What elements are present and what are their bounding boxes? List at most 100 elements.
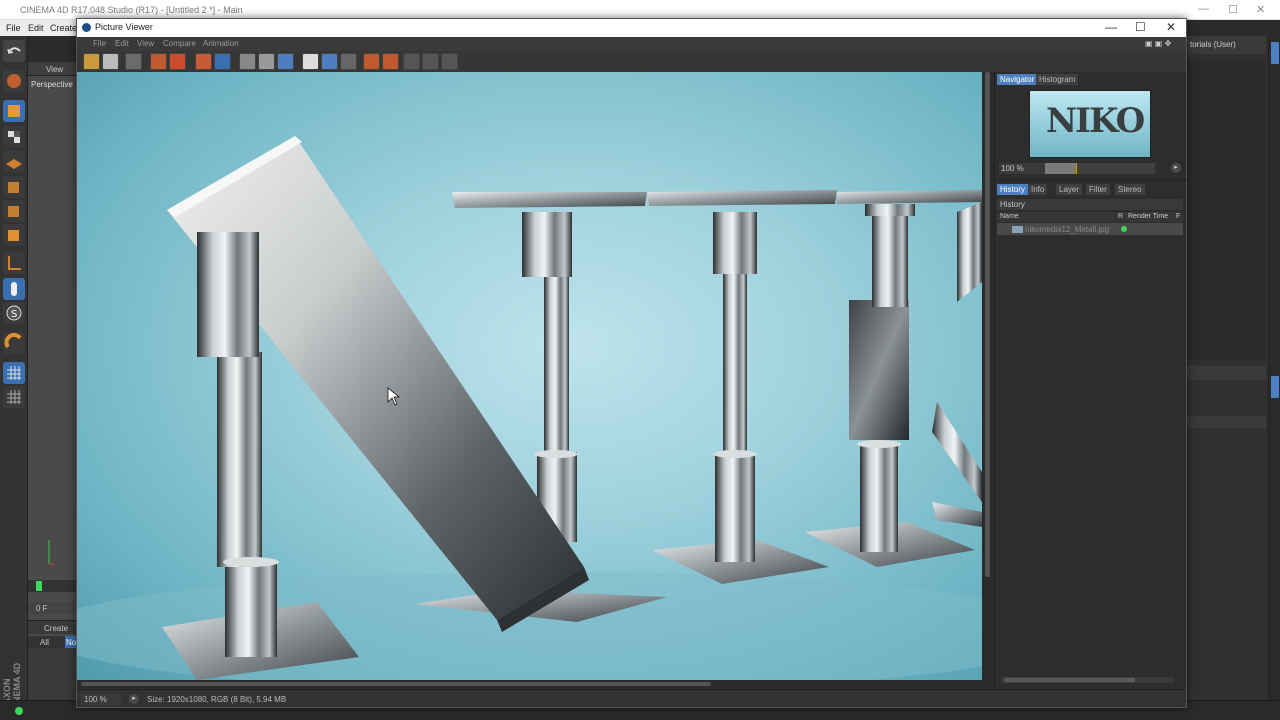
attributes-tab[interactable] (1271, 376, 1279, 398)
tab-navigator[interactable]: Navigator (997, 74, 1038, 85)
pv-close-icon[interactable]: ✕ (1166, 20, 1176, 34)
zoom-field[interactable]: 100 % (999, 163, 1045, 174)
timeline[interactable] (28, 580, 76, 592)
filter-all[interactable]: All (40, 638, 49, 647)
pv-menu-edit[interactable]: Edit (115, 39, 129, 48)
workplane-icon[interactable] (3, 150, 25, 172)
history-hscroll-thumb[interactable] (1005, 678, 1135, 682)
viewport-panel: View Perspective 0 F Create All No MAXON… (2, 62, 78, 712)
frame-field[interactable]: 0 F (28, 602, 76, 614)
history-columns: Name R Render Time F (997, 212, 1183, 222)
render-region-2-icon[interactable] (195, 53, 212, 70)
divider (995, 179, 1187, 180)
render-settings-icon[interactable] (258, 53, 275, 70)
tab-filter[interactable]: Filter (1086, 184, 1110, 195)
status-zoom-field[interactable]: 100 % (81, 694, 121, 705)
status-zoom-play-icon[interactable]: ▸ (129, 694, 139, 704)
history-hscroll[interactable] (1001, 677, 1175, 683)
history-item-name: nikomedia12_Metall.jpg (1025, 225, 1110, 234)
model-mode-icon[interactable] (3, 100, 25, 122)
overlay-icon[interactable] (441, 53, 458, 70)
timeline-marker[interactable] (36, 581, 42, 591)
save-icon[interactable] (102, 53, 119, 70)
viewport-label: Perspective (31, 80, 73, 89)
single-view-icon[interactable] (302, 53, 319, 70)
pv-menu-animation[interactable]: Animation (203, 39, 239, 48)
frame-field-value: 0 F (36, 604, 48, 613)
panel-layout-icon[interactable]: ▣ ▣ ✥ (1145, 39, 1171, 48)
lock-workplane-icon[interactable] (3, 386, 25, 408)
render-active-icon[interactable] (214, 53, 231, 70)
minimize-icon[interactable]: — (1198, 3, 1209, 15)
navigator-thumbnail[interactable]: NIKO (1029, 90, 1151, 158)
wipe-icon[interactable] (403, 53, 420, 70)
column-r[interactable]: R (1118, 213, 1123, 220)
layout-selector[interactable]: torials (User) (1186, 36, 1266, 54)
picture-viewer-sidepanel: Navigator Histogram NIKO 100 % ▸ History… (994, 72, 1187, 688)
set-b-icon[interactable] (382, 53, 399, 70)
zoom-slider[interactable] (1045, 163, 1155, 174)
picture-viewer-titlebar: Picture Viewer — ☐ ✕ (77, 19, 1186, 37)
object-manager-list[interactable] (1186, 60, 1266, 360)
texture-mode-icon[interactable] (3, 126, 25, 148)
maximize-icon[interactable]: ☐ (1228, 3, 1238, 16)
render-region-icon[interactable] (125, 53, 142, 70)
pv-menu-file[interactable]: File (93, 39, 106, 48)
tab-stereo[interactable]: Stereo (1115, 184, 1145, 195)
image-horizontal-scrollbar[interactable] (77, 680, 994, 688)
tab-histogram[interactable]: Histogram (1036, 74, 1079, 85)
horizontal-scroll-thumb[interactable] (81, 682, 711, 686)
viewport[interactable]: Perspective (28, 76, 76, 636)
history-row[interactable]: nikomedia12_Metall.jpg (997, 223, 1183, 235)
render-to-pv-icon[interactable] (169, 53, 186, 70)
tab-history[interactable]: History (997, 184, 1028, 195)
edges-mode-icon[interactable] (3, 200, 25, 222)
image-vertical-scrollbar[interactable] (982, 72, 994, 680)
view-menu[interactable]: View (46, 65, 63, 74)
vertical-tab-strip (1268, 36, 1280, 700)
pv-menu-view[interactable]: View (137, 39, 154, 48)
pv-maximize-icon[interactable]: ☐ (1135, 20, 1146, 34)
viewport-menubar: View (28, 62, 76, 76)
split-view-icon[interactable] (340, 53, 357, 70)
stop-render-icon[interactable] (239, 53, 256, 70)
objects-tab[interactable] (1271, 42, 1279, 64)
magnet-icon[interactable] (3, 332, 25, 354)
axis-mode-icon[interactable] (3, 252, 25, 274)
snap-icon[interactable]: S (3, 302, 25, 324)
menu-edit[interactable]: Edit (28, 23, 44, 33)
zoom-play-icon[interactable]: ▸ (1171, 163, 1181, 173)
render-image-canvas[interactable] (77, 72, 982, 680)
attribute-panel: torials (User) (1186, 36, 1280, 700)
column-render-time[interactable]: Render Time (1128, 213, 1168, 220)
tab-layer[interactable]: Layer (1056, 184, 1083, 195)
diff-icon[interactable] (422, 53, 439, 70)
select-tool-icon[interactable] (3, 70, 25, 92)
polygons-mode-icon[interactable] (3, 224, 25, 246)
vertical-scroll-thumb[interactable] (985, 72, 990, 577)
tab-info[interactable]: Info (1028, 184, 1048, 195)
attribute-row (1186, 416, 1266, 428)
image-thumbnail-icon (1012, 226, 1023, 233)
pv-menu-compare[interactable]: Compare (163, 39, 196, 48)
grid-icon[interactable] (3, 362, 25, 384)
menu-create[interactable]: Create (50, 23, 77, 33)
tweak-mode-icon[interactable] (3, 278, 25, 300)
points-mode-icon[interactable] (3, 176, 25, 198)
column-name[interactable]: Name (1000, 213, 1019, 220)
create-menu[interactable]: Create (44, 624, 68, 633)
set-a-icon[interactable] (363, 53, 380, 70)
pv-minimize-icon[interactable]: — (1105, 20, 1117, 34)
column-f[interactable]: F (1176, 213, 1180, 220)
swap-ab-icon[interactable] (321, 53, 338, 70)
picture-viewer-window: Picture Viewer — ☐ ✕ File Edit View Comp… (76, 18, 1187, 708)
picture-viewer-title: Picture Viewer (95, 22, 153, 32)
menu-file[interactable]: File (6, 23, 21, 33)
attribute-header (1186, 366, 1266, 380)
undo-icon[interactable] (3, 40, 25, 62)
picture-viewer-statusbar: 100 % ▸ Size: 1920x1080, RGB (8 Bit), 5.… (77, 689, 1186, 707)
close-icon[interactable]: ✕ (1256, 3, 1265, 16)
render-view-icon[interactable] (150, 53, 167, 70)
ab-compare-icon[interactable] (277, 53, 294, 70)
open-icon[interactable] (83, 53, 100, 70)
